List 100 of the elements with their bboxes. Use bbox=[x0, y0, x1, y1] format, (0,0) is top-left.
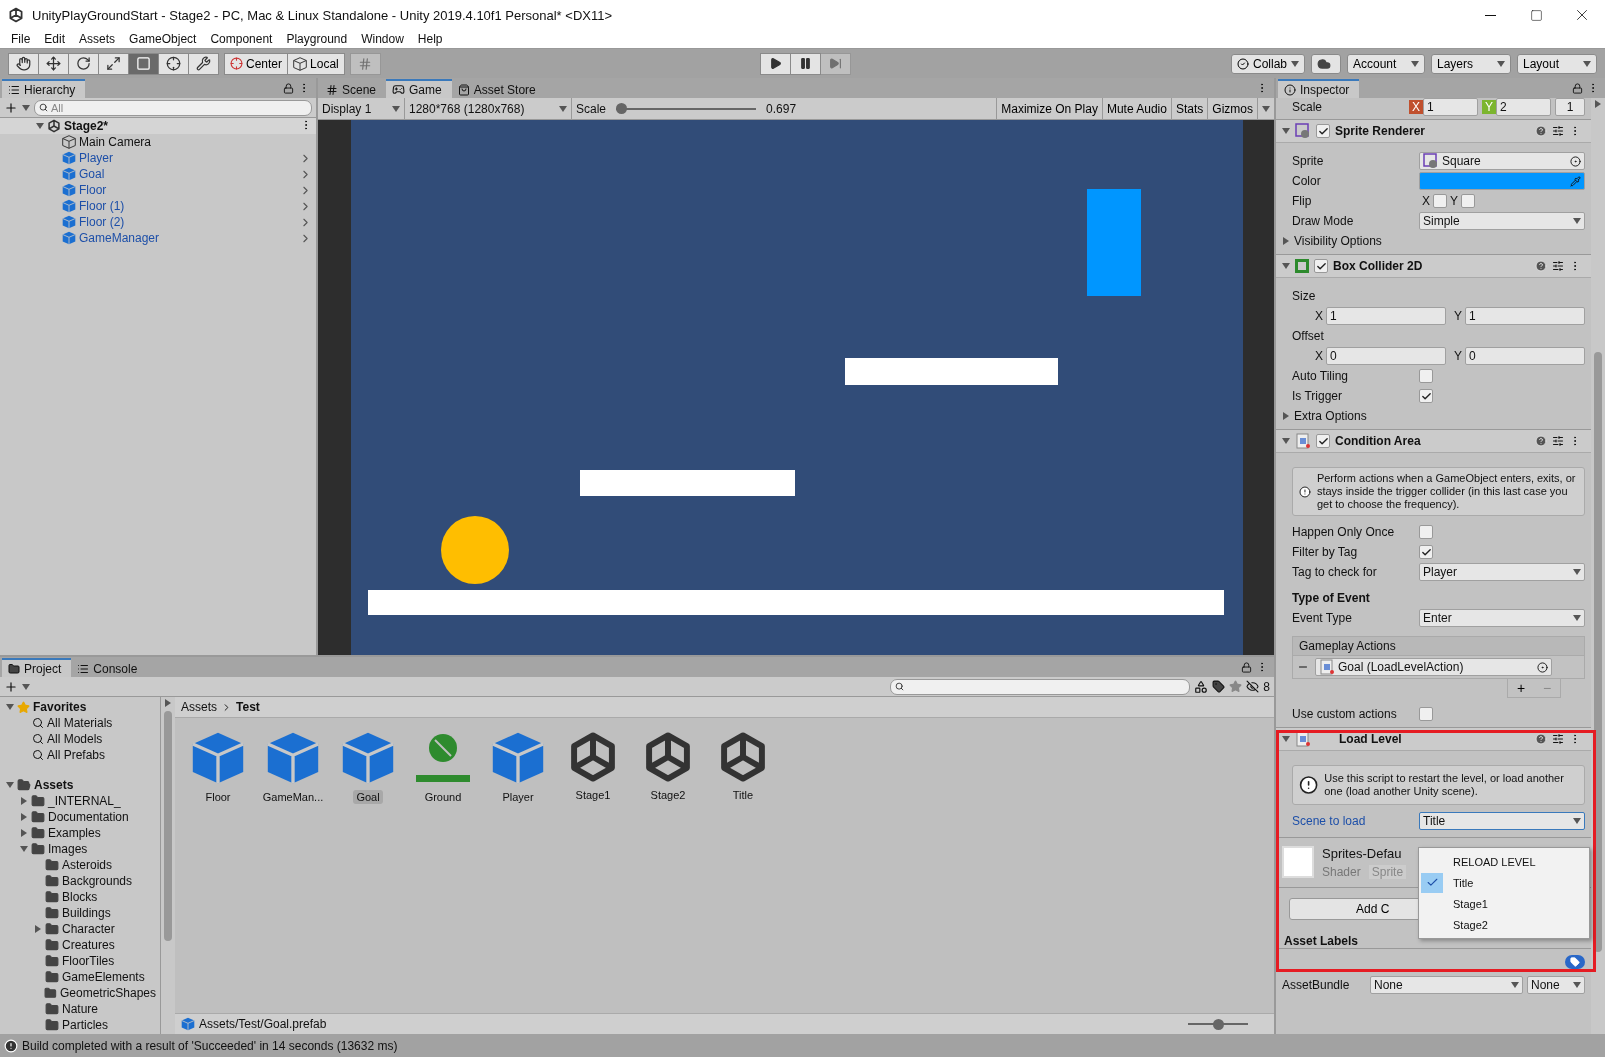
tool-button[interactable] bbox=[188, 52, 219, 75]
pivot-button[interactable]: Local bbox=[287, 52, 345, 75]
foldout-label[interactable]: Visibility Options bbox=[1290, 234, 1421, 248]
scrollbar-thumb[interactable] bbox=[164, 711, 172, 941]
folder-label[interactable]: _INTERNAL_ bbox=[48, 794, 121, 808]
dropdown[interactable]: None bbox=[1527, 976, 1585, 994]
menu-dropdown[interactable]: Layout bbox=[1517, 53, 1597, 74]
number-field[interactable]: 1 bbox=[1555, 98, 1585, 116]
expanded-arrow-icon[interactable] bbox=[36, 122, 44, 130]
caret-icon[interactable] bbox=[1262, 104, 1270, 113]
pivot-button[interactable]: Center bbox=[224, 52, 289, 75]
asset-label[interactable]: Stage2 bbox=[647, 788, 689, 802]
menu-option[interactable]: Title bbox=[1419, 872, 1589, 893]
tag-badge[interactable] bbox=[1565, 955, 1585, 969]
folder-label[interactable]: Backgrounds bbox=[62, 874, 133, 888]
menu-item[interactable]: GameObject bbox=[122, 32, 204, 46]
hidden-icon[interactable] bbox=[1246, 680, 1260, 693]
search-field[interactable] bbox=[890, 678, 1191, 695]
playback-button[interactable] bbox=[790, 52, 822, 75]
caret-icon[interactable] bbox=[1583, 59, 1591, 68]
tool-button[interactable] bbox=[38, 52, 69, 75]
component-header[interactable]: Sprite Renderer bbox=[1276, 119, 1591, 143]
favorites-label[interactable]: Favorites bbox=[33, 700, 87, 714]
caret-icon[interactable] bbox=[22, 682, 30, 691]
checkbox[interactable] bbox=[1316, 124, 1330, 138]
folder-label[interactable]: Particles bbox=[62, 1018, 108, 1032]
help-icon[interactable] bbox=[1535, 733, 1547, 745]
folder-label[interactable]: Examples bbox=[48, 826, 101, 840]
checkbox[interactable] bbox=[1461, 194, 1476, 208]
folder-label[interactable]: Asteroids bbox=[62, 858, 113, 872]
expanded-arrow-icon[interactable] bbox=[6, 781, 14, 789]
preset-icon[interactable] bbox=[1552, 733, 1564, 745]
asset-label[interactable]: Goal bbox=[353, 790, 383, 804]
hierarchy-item[interactable]: Goal bbox=[79, 167, 105, 181]
caret-icon[interactable] bbox=[1497, 59, 1505, 68]
menu-dropdown[interactable]: Layers bbox=[1431, 53, 1511, 74]
caret-icon[interactable] bbox=[1573, 981, 1581, 989]
hierarchy-item[interactable]: Floor (2) bbox=[79, 215, 125, 229]
dropdown[interactable]: Simple bbox=[1419, 212, 1585, 230]
collab-button[interactable]: Collab bbox=[1231, 53, 1305, 74]
object-field[interactable]: Goal (LoadLevelAction) bbox=[1315, 658, 1552, 676]
checkbox[interactable] bbox=[1419, 707, 1433, 721]
hierarchy-item[interactable]: Floor (1) bbox=[79, 199, 125, 213]
folder-label[interactable]: Blocks bbox=[62, 890, 98, 904]
collapsed-arrow-icon[interactable] bbox=[34, 925, 42, 933]
caret-icon[interactable] bbox=[1411, 59, 1419, 68]
foldout-arrow-icon[interactable] bbox=[1282, 237, 1290, 245]
asset-label[interactable]: Player bbox=[499, 790, 537, 804]
add-icon[interactable] bbox=[4, 679, 18, 694]
tool-button[interactable] bbox=[98, 52, 129, 75]
component-header[interactable]: Condition Area bbox=[1276, 429, 1591, 453]
help-icon[interactable] bbox=[1535, 260, 1547, 272]
folder-label[interactable]: Documentation bbox=[48, 810, 129, 824]
playback-button[interactable] bbox=[760, 52, 792, 75]
foldout-label[interactable]: Extra Options bbox=[1290, 409, 1421, 423]
caret-icon[interactable] bbox=[1573, 568, 1581, 576]
star-icon[interactable] bbox=[1229, 680, 1243, 693]
number-field[interactable]: 0 bbox=[1465, 347, 1585, 365]
scrollbar-thumb[interactable] bbox=[1594, 352, 1602, 952]
folder-label[interactable]: Assets bbox=[34, 778, 74, 792]
asset-label[interactable]: GameMan... bbox=[259, 790, 327, 804]
number-field[interactable]: 2 bbox=[1496, 98, 1551, 116]
menu-item[interactable]: Edit bbox=[37, 32, 73, 46]
menu-item[interactable]: Playground bbox=[279, 32, 355, 46]
number-field[interactable]: 1 bbox=[1423, 98, 1478, 116]
favorite-item[interactable]: All Models bbox=[47, 732, 103, 746]
folder-label[interactable]: GameElements bbox=[62, 970, 145, 984]
slider-thumb[interactable] bbox=[1212, 1018, 1224, 1030]
checkbox[interactable] bbox=[1419, 525, 1433, 539]
hierarchy-item[interactable]: Player bbox=[79, 151, 113, 165]
slider-thumb[interactable] bbox=[616, 103, 628, 114]
caret-icon[interactable] bbox=[1573, 217, 1581, 225]
dropdown[interactable]: Player bbox=[1419, 563, 1585, 581]
tool-button[interactable] bbox=[68, 52, 99, 75]
display-dropdown[interactable]: Display 1 bbox=[318, 98, 405, 119]
caret-icon[interactable] bbox=[559, 104, 567, 113]
expanded-arrow-icon[interactable] bbox=[1282, 735, 1290, 743]
asset-label[interactable]: Title bbox=[729, 788, 757, 802]
checkbox[interactable] bbox=[1314, 259, 1328, 273]
shapes-icon[interactable] bbox=[1194, 679, 1209, 694]
folder-label[interactable]: Creatures bbox=[62, 938, 115, 952]
menu-item[interactable]: Help bbox=[410, 32, 450, 46]
view-tab[interactable]: Scene bbox=[320, 79, 387, 98]
menu-item[interactable]: Component bbox=[203, 32, 280, 46]
menu-item[interactable]: Window bbox=[354, 32, 411, 46]
dropdown[interactable]: None bbox=[1370, 976, 1523, 994]
checkbox[interactable] bbox=[1419, 389, 1433, 403]
scene-label[interactable]: Stage2* bbox=[64, 119, 109, 133]
component-header[interactable]: Box Collider 2D bbox=[1276, 254, 1591, 278]
folder-label[interactable]: Images bbox=[48, 842, 88, 856]
favorite-item[interactable]: All Prefabs bbox=[47, 748, 106, 762]
asset-label[interactable]: Stage1 bbox=[572, 788, 614, 802]
menu-item[interactable]: Assets bbox=[72, 32, 123, 46]
add-icon[interactable] bbox=[4, 100, 18, 115]
expanded-arrow-icon[interactable] bbox=[1282, 437, 1290, 445]
expanded-arrow-icon[interactable] bbox=[20, 845, 28, 853]
scroll-up-icon[interactable] bbox=[164, 699, 172, 707]
checkbox[interactable] bbox=[1433, 194, 1447, 208]
color-field[interactable] bbox=[1419, 172, 1585, 190]
number-field[interactable]: 1 bbox=[1465, 307, 1585, 325]
